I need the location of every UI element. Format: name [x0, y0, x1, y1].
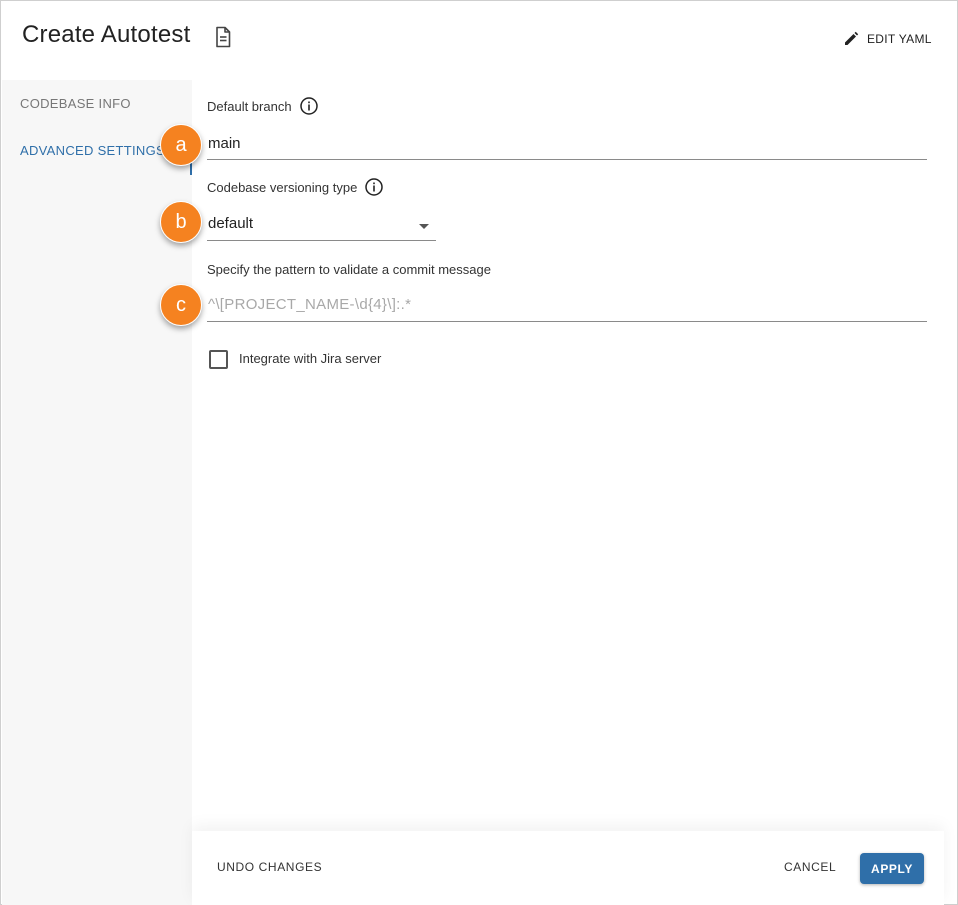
page-title: Create Autotest [22, 21, 191, 48]
footer-actions: UNDO CHANGES CANCEL APPLY [192, 831, 944, 905]
info-icon[interactable] [365, 178, 384, 196]
callout-badge-c: c [160, 284, 202, 326]
cancel-button[interactable]: CANCEL [784, 860, 836, 874]
sidebar: CODEBASE INFO ADVANCED SETTINGS [2, 80, 192, 905]
dialog: Create Autotest EDIT YAML CODEBASE INFO … [0, 0, 958, 905]
default-branch-label: Default branch [207, 98, 292, 114]
default-branch-underline [207, 159, 927, 160]
jira-checkbox-label: Integrate with Jira server [239, 351, 382, 366]
undo-changes-button[interactable]: UNDO CHANGES [217, 860, 322, 874]
apply-button[interactable]: APPLY [860, 853, 924, 884]
chevron-down-icon[interactable] [419, 224, 429, 229]
edit-yaml-label: EDIT YAML [867, 32, 932, 46]
default-branch-label-row: Default branch [207, 97, 318, 115]
versioning-type-select[interactable]: default [208, 215, 253, 232]
versioning-type-label-row: Codebase versioning type [207, 178, 384, 196]
commit-pattern-input[interactable]: ^\[PROJECT_NAME-\d{4}\]:.* [208, 296, 411, 313]
default-branch-input[interactable]: main [208, 135, 241, 152]
document-icon[interactable] [213, 26, 233, 48]
sidebar-item-codebase-info[interactable]: CODEBASE INFO [20, 96, 131, 111]
sidebar-item-advanced-settings[interactable]: ADVANCED SETTINGS [20, 143, 165, 158]
commit-pattern-label: Specify the pattern to validate a commit… [207, 262, 491, 277]
jira-checkbox[interactable] [209, 350, 228, 369]
callout-badge-b: b [160, 201, 202, 243]
edit-yaml-button[interactable]: EDIT YAML [843, 30, 932, 48]
callout-badge-a: a [160, 124, 202, 166]
info-icon[interactable] [299, 97, 318, 115]
versioning-type-underline [207, 240, 436, 241]
pencil-icon [845, 31, 859, 45]
commit-pattern-underline [207, 321, 927, 322]
versioning-type-label: Codebase versioning type [207, 179, 358, 195]
